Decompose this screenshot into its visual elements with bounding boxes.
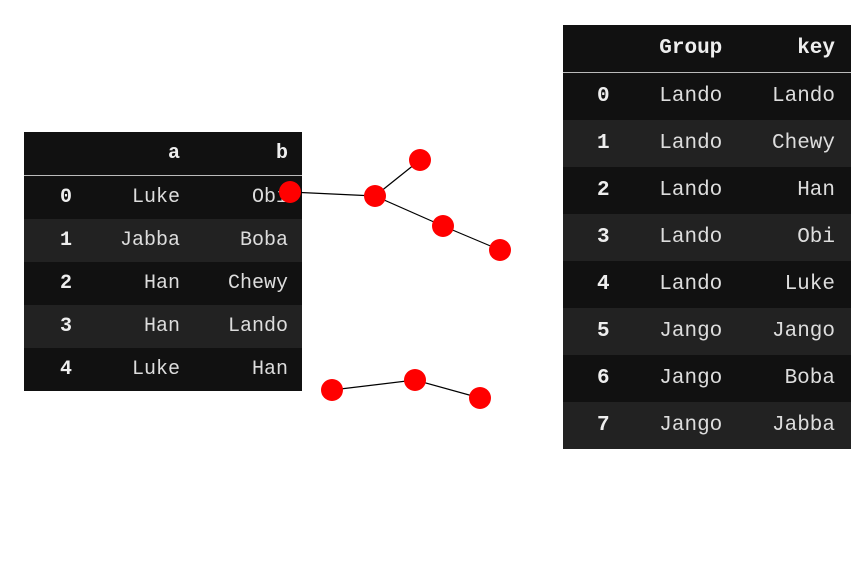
graph-node [432,215,454,237]
groups-table: Group key 0 Lando Lando 1 Lando Chewy 2 … [563,25,851,449]
graph-edge [375,196,443,226]
graph-edge [332,380,415,390]
col-a-header: a [86,132,194,176]
table-header-row: Group key [563,25,851,73]
table-row: 7 Jango Jabba [563,402,851,449]
graph-plot [260,130,540,450]
graph-node [409,149,431,171]
table-row: 4 Lando Luke [563,261,851,308]
table-row: 6 Jango Boba [563,355,851,402]
graph-node [469,387,491,409]
graph-node [321,379,343,401]
table-row: 3 Lando Obi [563,214,851,261]
table-row: 1 Lando Chewy [563,120,851,167]
col-key-header: key [738,25,851,73]
table-row: 2 Lando Han [563,167,851,214]
graph-node [489,239,511,261]
table-row: 5 Jango Jango [563,308,851,355]
col-group-header: Group [626,25,739,73]
table-row: 0 Lando Lando [563,73,851,121]
graph-edge [290,192,375,196]
graph-node [279,181,301,203]
graph-node [364,185,386,207]
graph-node [404,369,426,391]
